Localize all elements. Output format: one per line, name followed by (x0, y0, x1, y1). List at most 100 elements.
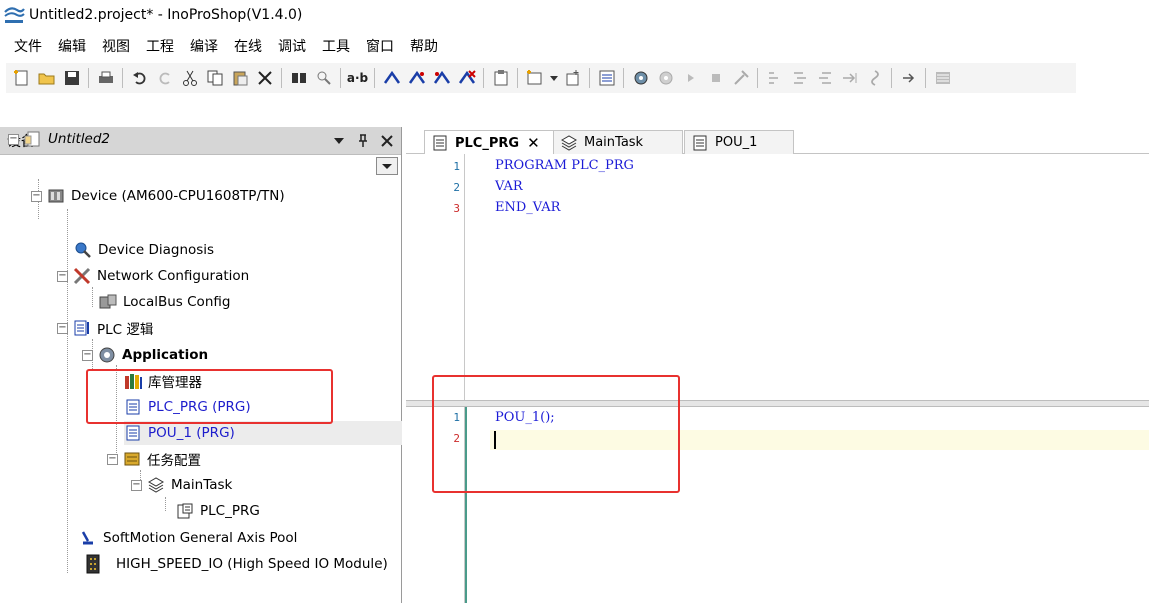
tree-item-localbus-config[interactable]: LocalBus Config (99, 290, 230, 314)
replace-text-button[interactable]: a·b (347, 67, 369, 89)
tree-item-project-root[interactable]: − Untitled2 (8, 127, 110, 151)
close-pane-icon[interactable] (377, 131, 397, 151)
toolbar-separator (88, 68, 89, 88)
tree-item-pou-1[interactable]: POU_1 (PRG) (124, 421, 402, 445)
paste-icon[interactable] (229, 67, 251, 89)
menu-bar: 文件 编辑 视图 工程 编译 在线 调试 工具 窗口 帮助 (0, 33, 446, 59)
step-out-icon[interactable] (814, 67, 836, 89)
tree-label-task-plc-prg: PLC_PRG (200, 503, 260, 519)
tree-item-plc-logic[interactable]: − PLC 逻辑 (57, 316, 153, 340)
project-icon (24, 130, 42, 148)
step-into-icon[interactable] (789, 67, 811, 89)
collapse-toggle-icon[interactable]: − (8, 133, 19, 145)
tab-maintask[interactable]: MainTask (553, 130, 683, 154)
tree-label-task-config: 任务配置 (147, 453, 201, 469)
menu-help[interactable]: 帮助 (402, 34, 446, 58)
undo-icon[interactable] (129, 67, 151, 89)
bookmark-icon[interactable] (381, 67, 403, 89)
tree-item-network-configuration[interactable]: − Network Configuration (57, 264, 249, 288)
device-pane: 设备 − Untitled2 − Device (AM600-CPU1608TP… (0, 127, 402, 603)
task-config-icon (123, 450, 141, 468)
tree-item-softmotion[interactable]: SoftMotion General Axis Pool (79, 526, 297, 550)
new-object-icon[interactable] (524, 67, 546, 89)
find-replace-icon[interactable] (313, 67, 335, 89)
properties-icon[interactable] (562, 67, 584, 89)
bookmark-clear-icon[interactable] (456, 67, 478, 89)
write-values-icon[interactable] (932, 67, 954, 89)
line-number: 2 (453, 181, 460, 194)
logout-icon[interactable] (655, 67, 677, 89)
menu-project[interactable]: 工程 (138, 34, 182, 58)
build-icon[interactable] (596, 67, 618, 89)
pane-menu-arrow-icon[interactable] (329, 131, 349, 151)
menu-edit[interactable]: 编辑 (50, 34, 94, 58)
tree-dropdown-button[interactable] (376, 157, 398, 175)
pin-icon[interactable] (353, 131, 373, 151)
bookmark-next-icon[interactable] (406, 67, 428, 89)
open-project-icon[interactable] (36, 67, 58, 89)
code-line[interactable]: PROGRAM PLC_PRG (495, 158, 634, 173)
menu-file[interactable]: 文件 (6, 34, 50, 58)
login-icon[interactable] (630, 67, 652, 89)
collapse-toggle-icon[interactable]: − (31, 190, 42, 202)
io-module-icon (84, 554, 102, 574)
cut-icon[interactable] (179, 67, 201, 89)
code-line[interactable]: END_VAR (495, 200, 560, 215)
menu-view[interactable]: 视图 (94, 34, 138, 58)
task-stack-icon (560, 134, 578, 152)
tree-item-maintask[interactable]: − MainTask (131, 473, 232, 497)
menu-build[interactable]: 编译 (182, 34, 226, 58)
tree-item-high-speed-io[interactable]: HIGH_SPEED_IO (High Speed IO Module) (84, 552, 388, 576)
pou-program-icon (124, 424, 142, 442)
menu-tools[interactable]: 工具 (314, 34, 358, 58)
tree-label-project: Untitled2 (48, 131, 110, 147)
step-over-icon[interactable] (764, 67, 786, 89)
tree-item-device-diagnosis[interactable]: Device Diagnosis (74, 238, 214, 262)
breakpoint-icon[interactable] (864, 67, 886, 89)
toolbar-separator (122, 68, 123, 88)
tree-item-application[interactable]: − Application (82, 343, 208, 367)
print-icon[interactable] (95, 67, 117, 89)
toolbar-separator (483, 68, 484, 88)
tree-label-diagnosis: Device Diagnosis (98, 242, 215, 258)
collapse-toggle-icon[interactable]: − (57, 322, 68, 334)
arrow-right-icon[interactable] (898, 67, 920, 89)
save-icon[interactable] (61, 67, 83, 89)
menu-window[interactable]: 窗口 (358, 34, 402, 58)
redo-icon[interactable] (154, 67, 176, 89)
copy-icon[interactable] (204, 67, 226, 89)
stop-icon[interactable] (705, 67, 727, 89)
tab-label-maintask: MainTask (584, 135, 644, 150)
collapse-toggle-icon[interactable]: − (131, 479, 142, 491)
new-project-icon[interactable] (11, 67, 33, 89)
network-tools-icon (73, 267, 91, 285)
plc-logic-icon (73, 319, 91, 337)
tab-plc-prg[interactable]: PLC_PRG ✕ (424, 130, 554, 155)
tree-item-task-plc-prg[interactable]: PLC_PRG (176, 499, 260, 523)
tab-pou-1[interactable]: POU_1 (684, 130, 794, 154)
run-to-cursor-icon[interactable] (839, 67, 861, 89)
highlight-box-editor (432, 375, 680, 493)
collapse-toggle-icon[interactable]: − (57, 270, 68, 282)
menu-debug[interactable]: 调试 (270, 34, 314, 58)
bookmark-prev-icon[interactable] (431, 67, 453, 89)
toolbar-separator (340, 68, 341, 88)
collapse-toggle-icon[interactable]: − (82, 349, 93, 361)
tree-item-task-configuration[interactable]: − 任务配置 (107, 447, 201, 471)
application-gear-icon (98, 346, 116, 364)
pou-program-icon (431, 134, 449, 152)
declaration-gutter: 1 2 3 (406, 154, 466, 400)
dropdown-arrow-icon[interactable] (549, 67, 559, 89)
program-call-icon (176, 502, 194, 520)
delete-icon[interactable] (254, 67, 276, 89)
start-icon[interactable] (680, 67, 702, 89)
clipboard-icon[interactable] (490, 67, 512, 89)
close-tab-icon[interactable]: ✕ (527, 134, 540, 152)
tree-item-device[interactable]: − Device (AM600-CPU1608TP/TN) (31, 184, 285, 208)
reset-icon[interactable] (730, 67, 752, 89)
menu-online[interactable]: 在线 (226, 34, 270, 58)
collapse-toggle-icon[interactable]: − (107, 453, 118, 465)
code-line[interactable]: VAR (495, 179, 523, 194)
tree-label-network: Network Configuration (97, 268, 250, 284)
find-icon[interactable] (288, 67, 310, 89)
